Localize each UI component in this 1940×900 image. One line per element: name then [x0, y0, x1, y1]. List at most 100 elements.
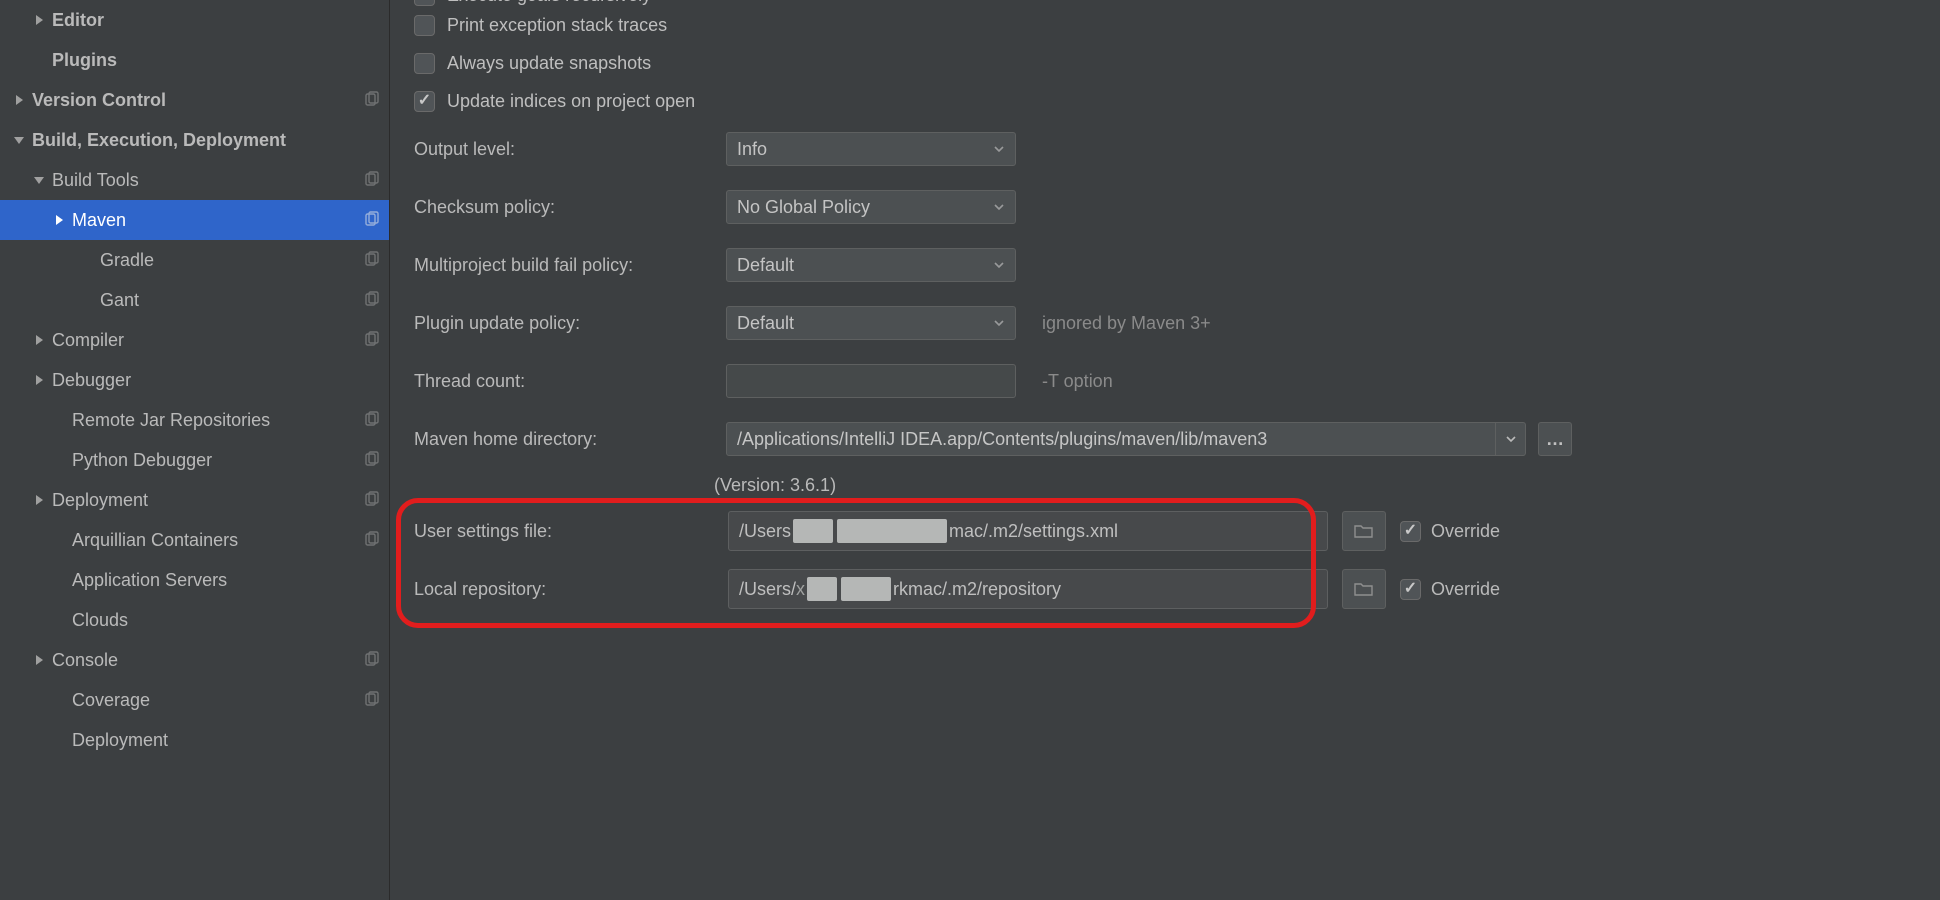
redacted-text — [841, 577, 891, 601]
thread-count-input[interactable] — [726, 364, 1016, 398]
sidebar-item-label: Gradle — [100, 250, 363, 271]
sidebar-item-label: Arquillian Containers — [72, 530, 363, 551]
sidebar-item-label: Gant — [100, 290, 363, 311]
chevron-down-icon — [993, 139, 1005, 160]
sidebar-item-label: Python Debugger — [72, 450, 363, 471]
local-repo-label: Local repository: — [414, 579, 714, 600]
sidebar-item-gant[interactable]: Gant — [0, 280, 389, 320]
sidebar-item-label: Deployment — [52, 490, 363, 511]
sidebar-item-debugger[interactable]: Debugger — [0, 360, 389, 400]
copy-icon — [363, 411, 381, 429]
copy-icon — [363, 651, 381, 669]
checkbox-override[interactable] — [1400, 521, 1421, 542]
user-settings-input[interactable]: /Usersmac/.m2/settings.xml — [728, 511, 1328, 551]
maven-home-browse-button[interactable]: … — [1538, 422, 1572, 456]
sidebar-item-compiler[interactable]: Compiler — [0, 320, 389, 360]
arrow-none-icon — [52, 733, 66, 747]
chevron-down-icon — [993, 255, 1005, 276]
user-settings-browse-button[interactable] — [1342, 511, 1386, 551]
checksum-policy-select[interactable]: No Global Policy — [726, 190, 1016, 224]
local-repo-input[interactable]: /Users/xrkmac/.m2/repository — [728, 569, 1328, 609]
sidebar-item-build-tools[interactable]: Build Tools — [0, 160, 389, 200]
sidebar-item-application-servers[interactable]: Application Servers — [0, 560, 389, 600]
checkbox-always-update[interactable] — [414, 53, 435, 74]
folder-open-icon — [1354, 581, 1374, 597]
local-repo-override[interactable]: Override — [1400, 579, 1500, 600]
plugin-update-select[interactable]: Default — [726, 306, 1016, 340]
chevron-down-icon — [993, 197, 1005, 218]
sidebar-item-label: Console — [52, 650, 363, 671]
sidebar-item-arquillian-containers[interactable]: Arquillian Containers — [0, 520, 389, 560]
chevron-right-icon — [52, 213, 66, 227]
multiproject-fail-label: Multiproject build fail policy: — [414, 255, 714, 276]
checkbox-label: Update indices on project open — [447, 91, 695, 112]
output-level-label: Output level: — [414, 139, 714, 160]
chevron-down-icon — [1505, 433, 1517, 445]
select-value: Info — [737, 139, 767, 160]
settings-sidebar: Editor Plugins Version Control Build, Execu… — [0, 0, 390, 900]
sidebar-item-deployment[interactable]: Deployment — [0, 480, 389, 520]
copy-icon — [363, 171, 381, 189]
local-repo-browse-button[interactable] — [1342, 569, 1386, 609]
sidebar-item-python-debugger[interactable]: Python Debugger — [0, 440, 389, 480]
output-level-select[interactable]: Info — [726, 132, 1016, 166]
checkbox-override[interactable] — [1400, 579, 1421, 600]
sidebar-item-label: Clouds — [72, 610, 381, 631]
sidebar-item-deployment[interactable]: Deployment — [0, 720, 389, 760]
sidebar-item-editor[interactable]: Editor — [0, 0, 389, 40]
chevron-right-icon — [32, 373, 46, 387]
path-text-prefix: /Users — [739, 521, 791, 542]
copy-icon — [363, 211, 381, 229]
sidebar-item-clouds[interactable]: Clouds — [0, 600, 389, 640]
thread-count-hint: -T option — [1042, 371, 1113, 392]
arrow-none-icon — [52, 613, 66, 627]
arrow-none-icon — [52, 453, 66, 467]
sidebar-item-build-execution-deployment[interactable]: Build, Execution, Deployment — [0, 120, 389, 160]
thread-count-label: Thread count: — [414, 371, 714, 392]
ellipsis-icon: … — [1546, 429, 1564, 450]
sidebar-item-label: Application Servers — [72, 570, 381, 591]
folder-open-icon — [1354, 523, 1374, 539]
sidebar-item-label: Build Tools — [52, 170, 363, 191]
sidebar-item-version-control[interactable]: Version Control — [0, 80, 389, 120]
sidebar-item-maven[interactable]: Maven — [0, 200, 389, 240]
chevron-down-icon — [993, 313, 1005, 334]
maven-home-dropdown-button[interactable] — [1496, 422, 1526, 456]
arrow-none-icon — [80, 293, 94, 307]
checkbox-label: Print exception stack traces — [447, 15, 667, 36]
override-label: Override — [1431, 579, 1500, 600]
select-value: Default — [737, 313, 794, 334]
checkbox-update-indices[interactable] — [414, 91, 435, 112]
arrow-none-icon — [80, 253, 94, 267]
combo-value: /Applications/IntelliJ IDEA.app/Contents… — [737, 429, 1267, 450]
sidebar-item-coverage[interactable]: Coverage — [0, 680, 389, 720]
sidebar-item-remote-jar-repositories[interactable]: Remote Jar Repositories — [0, 400, 389, 440]
checkbox-print-exception[interactable] — [414, 15, 435, 36]
maven-home-combo[interactable]: /Applications/IntelliJ IDEA.app/Contents… — [726, 422, 1496, 456]
plugin-update-label: Plugin update policy: — [414, 313, 714, 334]
copy-icon — [363, 91, 381, 109]
user-settings-label: User settings file: — [414, 521, 714, 542]
copy-icon — [363, 291, 381, 309]
arrow-none-icon — [52, 573, 66, 587]
override-label: Override — [1431, 521, 1500, 542]
chevron-right-icon — [32, 653, 46, 667]
user-settings-override[interactable]: Override — [1400, 521, 1500, 542]
arrow-none-icon — [52, 533, 66, 547]
copy-icon — [363, 251, 381, 269]
select-value: No Global Policy — [737, 197, 870, 218]
maven-version-text: (Version: 3.6.1) — [714, 475, 836, 496]
sidebar-item-plugins[interactable]: Plugins — [0, 40, 389, 80]
multiproject-fail-select[interactable]: Default — [726, 248, 1016, 282]
sidebar-item-label: Deployment — [72, 730, 381, 751]
redacted-text — [837, 519, 947, 543]
select-value: Default — [737, 255, 794, 276]
sidebar-item-console[interactable]: Console — [0, 640, 389, 680]
chevron-right-icon — [32, 493, 46, 507]
checkbox-label: Always update snapshots — [447, 53, 651, 74]
sidebar-item-label: Version Control — [32, 90, 363, 111]
sidebar-item-gradle[interactable]: Gradle — [0, 240, 389, 280]
sidebar-item-label: Plugins — [52, 50, 381, 71]
checkbox-execute-goals[interactable] — [414, 0, 435, 6]
path-text-prefix: /Users/ — [739, 579, 796, 600]
